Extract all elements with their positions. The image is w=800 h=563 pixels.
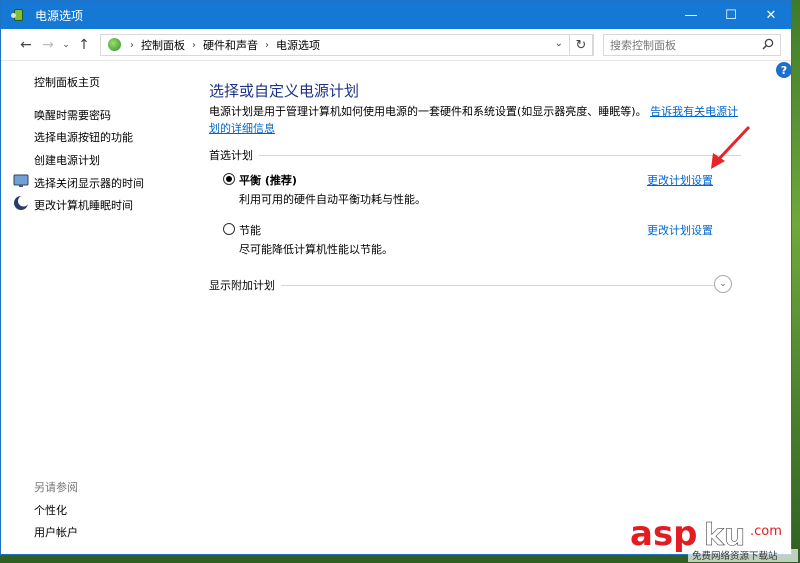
moon-sleep-icon [14, 195, 29, 210]
search-icon[interactable] [762, 38, 774, 50]
help-icon[interactable]: ? [776, 62, 791, 78]
breadcrumb-separator-icon[interactable]: › [130, 40, 134, 51]
up-arrow-icon[interactable]: ↑ [73, 37, 95, 53]
sidebar-item-sleep-time[interactable]: 更改计算机睡眠时间 [34, 197, 133, 213]
breadcrumb-hardware-sound[interactable]: 硬件和声音 [203, 37, 258, 53]
address-bar[interactable]: › 控制面板 › 硬件和声音 › 电源选项 ⌄ [100, 34, 594, 56]
sidebar-item-power-button[interactable]: 选择电源按钮的功能 [34, 129, 133, 145]
svg-text:.com: .com [750, 524, 782, 539]
see-also-personalization[interactable]: 个性化 [34, 502, 67, 518]
recent-dropdown-icon[interactable]: ⌄ [59, 40, 73, 50]
search-box[interactable] [603, 34, 781, 56]
annotation-arrow-icon [711, 125, 751, 169]
back-arrow-icon[interactable]: ← [15, 37, 37, 53]
preferred-plans-section: 首选计划 [209, 147, 741, 163]
minimize-button[interactable]: — [671, 1, 711, 29]
plan-radio-power-saver[interactable] [223, 223, 235, 235]
address-dropdown-icon[interactable]: ⌄ [555, 38, 563, 49]
maximize-button[interactable]: ☐ [711, 1, 751, 29]
breadcrumb-control-panel[interactable]: 控制面板 [141, 37, 185, 53]
close-button[interactable]: ✕ [751, 1, 791, 29]
title-bar: 电源选项 — ☐ ✕ [1, 1, 791, 29]
plan-description: 利用可用的硬件自动平衡功耗与性能。 [239, 193, 426, 206]
monitor-icon [13, 174, 29, 187]
change-plan-settings-link[interactable]: 更改计划设置 [647, 172, 713, 188]
chevron-down-icon[interactable]: ⌄ [714, 275, 732, 293]
sidebar-home-link[interactable]: 控制面板主页 [34, 74, 100, 90]
plan-name[interactable]: 平衡 (推荐) [239, 172, 297, 188]
refresh-icon: ↻ [575, 37, 587, 53]
description: 电源计划是用于管理计算机如何使用电源的一套硬件和系统设置(如显示器亮度、睡眠等)… [209, 103, 739, 137]
section-divider [281, 284, 714, 286]
asp-watermark-logo: asp ku .com 免费网络资源下载站 [630, 514, 798, 562]
sidebar: 控制面板主页 唤醒时需要密码 选择电源按钮的功能 创建电源计划 选择关闭显示器的… [1, 61, 191, 554]
see-also-user-accounts[interactable]: 用户帐户 [34, 524, 78, 540]
sidebar-item-display-off-time[interactable]: 选择关闭显示器的时间 [34, 175, 144, 191]
svg-text:ku: ku [704, 518, 745, 553]
sidebar-item-wake-password[interactable]: 唤醒时需要密码 [34, 107, 111, 123]
section-divider [259, 154, 741, 156]
control-panel-icon [107, 37, 123, 53]
svg-text:免费网络资源下载站: 免费网络资源下载站 [692, 550, 778, 562]
description-text: 电源计划是用于管理计算机如何使用电源的一套硬件和系统设置(如显示器亮度、睡眠等)… [209, 105, 647, 118]
additional-plans-label[interactable]: 显示附加计划 [209, 277, 281, 293]
plan-radio-balanced[interactable] [223, 173, 235, 185]
see-also-title: 另请参阅 [34, 481, 78, 494]
additional-plans-section[interactable]: 显示附加计划 [209, 277, 714, 293]
preferred-plans-label: 首选计划 [209, 149, 253, 162]
page-title: 选择或自定义电源计划 [209, 82, 360, 100]
sidebar-item-create-plan[interactable]: 创建电源计划 [34, 152, 100, 168]
breadcrumb-power-options[interactable]: 电源选项 [276, 37, 320, 53]
change-plan-settings-link[interactable]: 更改计划设置 [647, 222, 713, 238]
navigation-bar: ← → ⌄ ↑ › 控制面板 › 硬件和声音 › 电源选项 ⌄ ↻ [1, 29, 791, 61]
power-options-window: 电源选项 — ☐ ✕ ← → ⌄ ↑ › 控制面板 › 硬件和声音 › 电源选项… [0, 0, 792, 555]
breadcrumb-separator-icon[interactable]: › [265, 40, 269, 51]
plan-name[interactable]: 节能 [239, 222, 261, 238]
window-title: 电源选项 [35, 8, 84, 23]
refresh-button[interactable]: ↻ [569, 34, 593, 56]
svg-text:asp: asp [630, 514, 698, 554]
power-options-icon [11, 7, 27, 23]
plan-description: 尽可能降低计算机性能以节能。 [239, 243, 393, 256]
search-input[interactable] [610, 38, 750, 52]
breadcrumb-separator-icon[interactable]: › [192, 40, 196, 51]
forward-arrow-icon[interactable]: → [37, 37, 59, 53]
window-controls: — ☐ ✕ [671, 1, 791, 29]
